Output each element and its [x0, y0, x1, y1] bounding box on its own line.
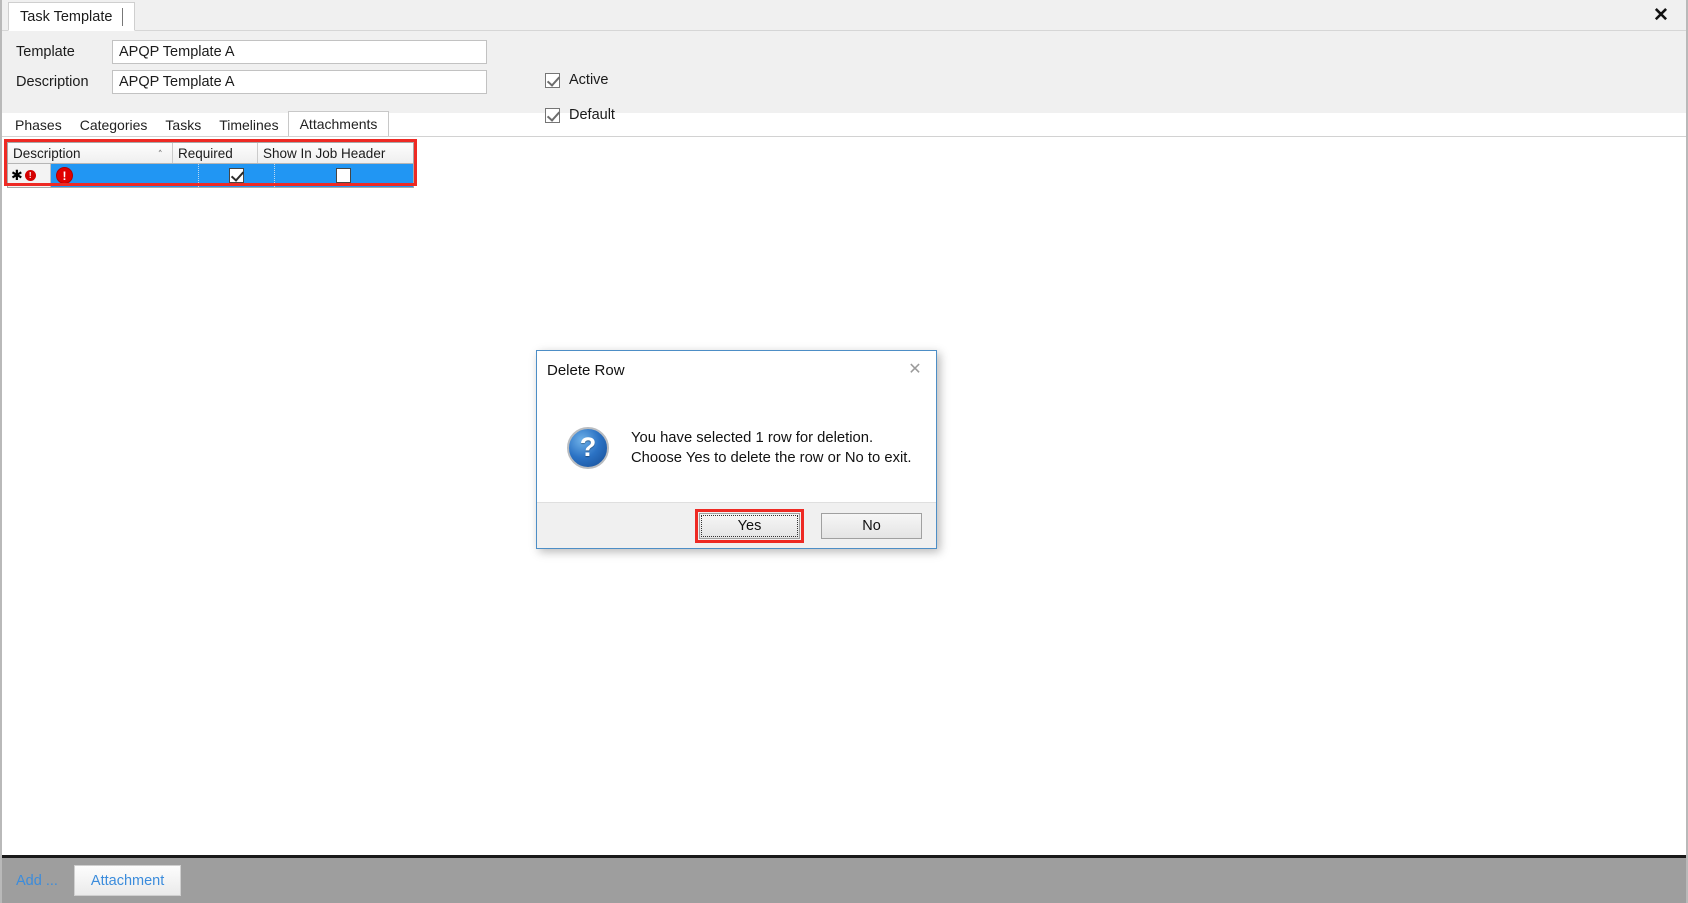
- checkbox-active[interactable]: [545, 72, 560, 88]
- add-link[interactable]: Add ...: [16, 873, 58, 889]
- dialog-footer: Yes No: [537, 502, 936, 548]
- delete-row-dialog: Delete Row ✕ ? You have selected 1 row f…: [536, 350, 937, 549]
- cell-description[interactable]: !: [51, 164, 199, 187]
- no-button[interactable]: No: [821, 512, 922, 539]
- checkbox-default[interactable]: [545, 107, 560, 123]
- row-header-new-row[interactable]: ✱ !: [8, 164, 51, 187]
- template-label: Template: [16, 44, 75, 60]
- tab-tasks[interactable]: Tasks: [156, 114, 210, 135]
- attachments-grid: Description ⌃ Required Show In Job Heade…: [7, 142, 414, 188]
- active-label: Active: [569, 72, 609, 88]
- sort-ascending-icon: ⌃: [156, 149, 163, 160]
- template-input[interactable]: [112, 40, 487, 64]
- dialog-message-line1: You have selected 1 row for deletion.: [631, 429, 874, 446]
- attachment-button[interactable]: Attachment: [73, 865, 182, 896]
- document-tab-label: Task Template: [20, 8, 113, 25]
- document-tab-task-template[interactable]: Task Template: [8, 2, 136, 31]
- yes-button[interactable]: Yes: [699, 512, 800, 539]
- cell-show-in-job-header[interactable]: [275, 164, 413, 187]
- task-template-window: Task Template ✕ Template Description Act…: [0, 0, 1688, 903]
- column-header-required-label: Required: [178, 145, 233, 161]
- dialog-message-line2: Choose Yes to delete the row or No to ex…: [631, 449, 912, 466]
- dialog-body: ? You have selected 1 row for deletion. …: [537, 391, 936, 504]
- close-icon[interactable]: ✕: [1648, 3, 1674, 27]
- new-row-icon: ✱: [11, 166, 23, 183]
- dialog-message: You have selected 1 row for deletion. Ch…: [631, 428, 912, 468]
- tab-attachments[interactable]: Attachments: [287, 111, 390, 136]
- tab-strip-divider: [2, 136, 1686, 137]
- description-input[interactable]: [112, 70, 487, 94]
- checkbox-show-in-job-header[interactable]: [336, 168, 352, 183]
- bottom-toolbar: Add ... Attachment: [2, 855, 1686, 903]
- yes-button-highlight-annotation: Yes: [695, 508, 804, 543]
- question-icon: ?: [567, 426, 609, 469]
- column-header-description-label: Description: [13, 145, 81, 161]
- table-row[interactable]: ✱ ! !: [8, 164, 413, 187]
- tab-phases[interactable]: Phases: [6, 114, 71, 135]
- default-label: Default: [569, 107, 615, 123]
- dialog-title: Delete Row: [547, 362, 625, 379]
- column-header-description[interactable]: Description ⌃: [8, 143, 173, 163]
- grid-header-row: Description ⌃ Required Show In Job Heade…: [8, 143, 413, 164]
- column-header-show-in-job-header[interactable]: Show In Job Header: [258, 143, 413, 163]
- error-badge-small-icon: !: [24, 170, 36, 181]
- tab-strip: Phases Categories Tasks Timelines Attach…: [6, 111, 390, 136]
- error-icon: !: [56, 167, 73, 184]
- dialog-close-icon[interactable]: ✕: [901, 357, 929, 381]
- header-form: Template Description Active Default: [2, 31, 1686, 123]
- description-label: Description: [16, 74, 89, 90]
- tab-timelines[interactable]: Timelines: [210, 114, 287, 135]
- tab-categories[interactable]: Categories: [71, 114, 157, 135]
- window-titlebar: Task Template ✕: [2, 0, 1686, 31]
- column-header-required[interactable]: Required: [173, 143, 258, 163]
- checkbox-required[interactable]: [228, 168, 244, 183]
- text-caret: [122, 7, 124, 26]
- cell-required[interactable]: [199, 164, 275, 187]
- default-checkbox-row[interactable]: Default: [545, 107, 615, 123]
- active-checkbox-row[interactable]: Active: [545, 72, 609, 88]
- column-header-show-in-job-header-label: Show In Job Header: [263, 145, 386, 161]
